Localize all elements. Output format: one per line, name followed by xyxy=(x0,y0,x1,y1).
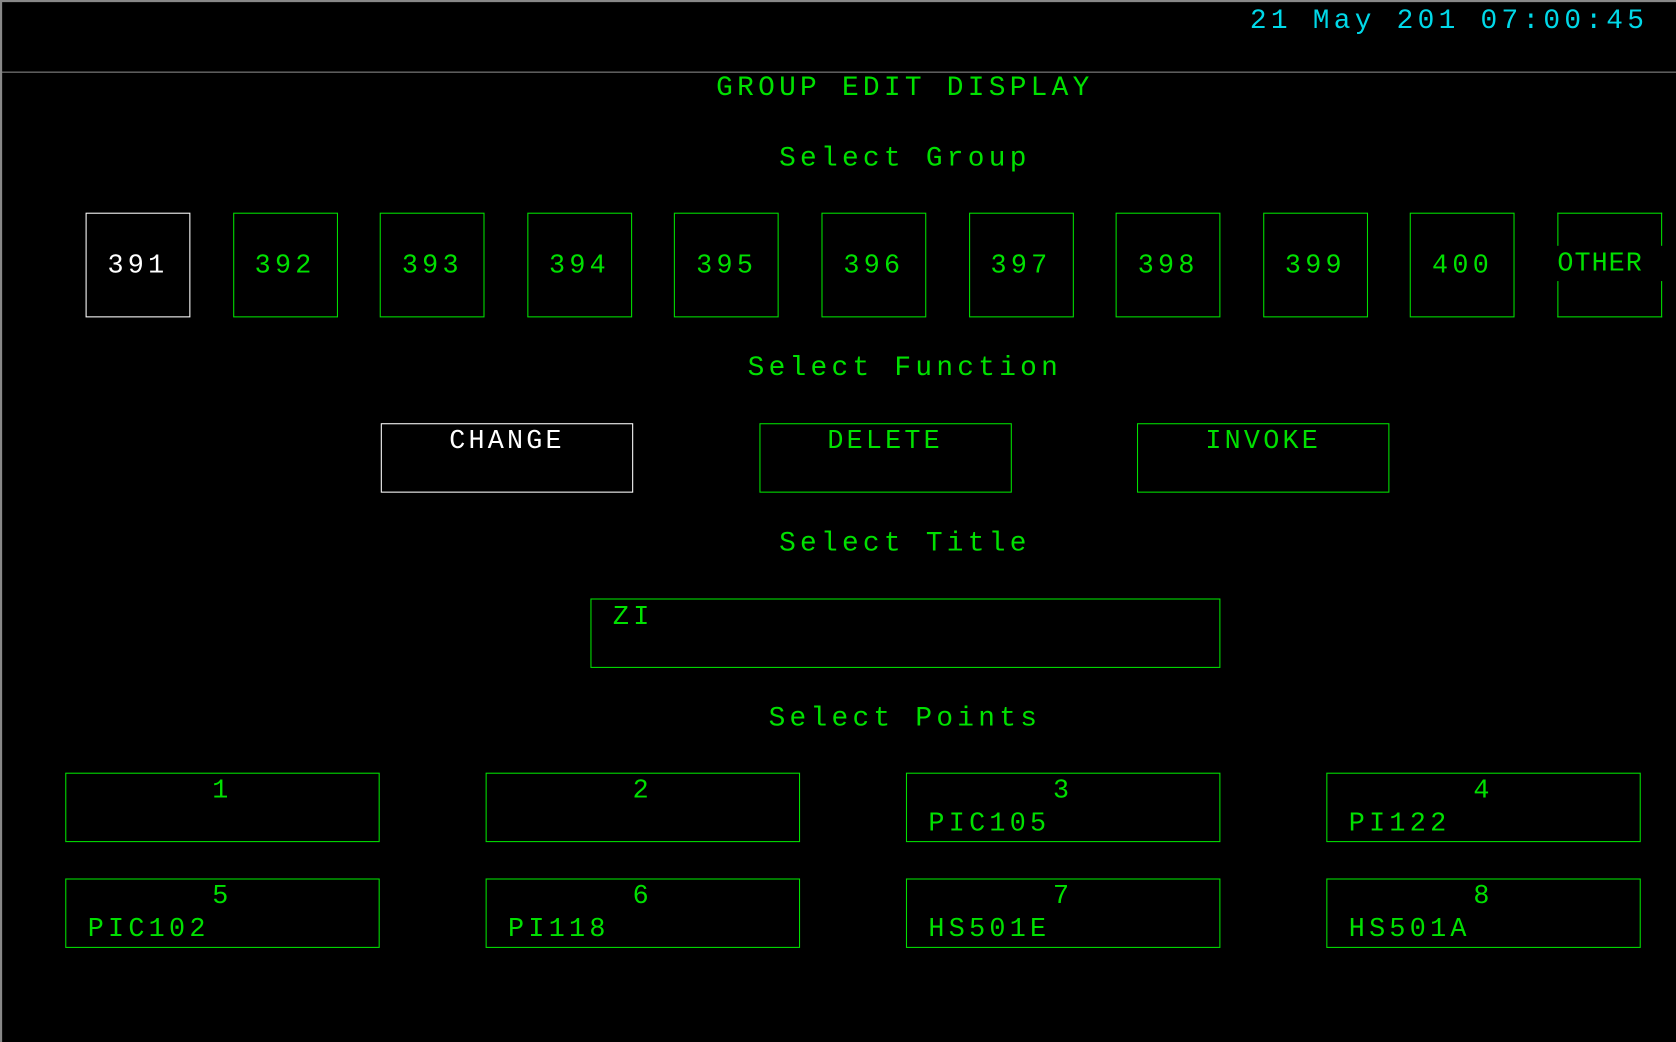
point-tag: PIC105 xyxy=(928,807,1051,839)
point-number: 1 xyxy=(212,774,233,806)
group-label: 397 xyxy=(990,249,1052,281)
group-button-400[interactable]: 400 xyxy=(1410,212,1515,318)
point-number: 3 xyxy=(1053,774,1074,806)
point-slot-4[interactable]: 4 PI122 xyxy=(1326,772,1641,843)
group-edit-display: 21 May 201 07:00:45 GROUP EDIT DISPLAY S… xyxy=(0,0,1676,1042)
point-number: 8 xyxy=(1473,880,1494,912)
select-function-label: Select Function xyxy=(747,351,1063,384)
time: 07:00:45 xyxy=(1480,4,1649,37)
group-label: 398 xyxy=(1137,249,1199,281)
group-label: 391 xyxy=(107,249,169,281)
page-title: GROUP EDIT DISPLAY xyxy=(716,71,1094,104)
point-slot-7[interactable]: 7 HS501E xyxy=(905,878,1221,948)
point-tag: PI122 xyxy=(1348,807,1451,839)
point-number: 4 xyxy=(1473,774,1494,806)
group-button-394[interactable]: 394 xyxy=(527,212,632,318)
point-slot-3[interactable]: 3 PIC105 xyxy=(905,772,1221,843)
group-button-391[interactable]: 391 xyxy=(85,212,191,318)
point-number: 6 xyxy=(632,880,653,912)
group-label: 400 xyxy=(1432,249,1494,281)
select-points-label: Select Points xyxy=(768,702,1042,735)
point-slot-6[interactable]: 6 PI118 xyxy=(485,878,801,948)
group-button-396[interactable]: 396 xyxy=(821,212,927,318)
group-label: 394 xyxy=(549,249,610,281)
group-button-other[interactable]: OTHER xyxy=(1557,212,1663,318)
group-label: 399 xyxy=(1284,249,1346,281)
point-number: 5 xyxy=(212,880,233,912)
group-label: 393 xyxy=(401,249,463,281)
function-button-delete[interactable]: DELETE xyxy=(758,423,1012,493)
title-value: ZI xyxy=(612,601,654,633)
function-button-invoke[interactable]: INVOKE xyxy=(1136,423,1390,493)
function-button-change[interactable]: CHANGE xyxy=(380,423,634,493)
group-button-397[interactable]: 397 xyxy=(968,212,1074,318)
point-tag: HS501A xyxy=(1348,913,1471,945)
point-number: 7 xyxy=(1053,880,1074,912)
point-tag: HS501E xyxy=(928,913,1051,945)
group-button-392[interactable]: 392 xyxy=(232,212,338,318)
group-button-393[interactable]: 393 xyxy=(379,212,485,318)
date: 21 May 201 xyxy=(1249,4,1460,37)
clock: 21 May 201 07:00:45 xyxy=(1250,4,1648,36)
group-label: 392 xyxy=(254,249,316,281)
group-button-399[interactable]: 399 xyxy=(1262,212,1368,318)
point-slot-1[interactable]: 1 xyxy=(65,772,380,843)
select-group-label: Select Group xyxy=(779,142,1031,175)
group-label: 395 xyxy=(696,249,758,281)
select-title-label: Select Title xyxy=(779,526,1031,559)
point-tag: PIC102 xyxy=(87,913,210,945)
group-label: 396 xyxy=(843,249,905,281)
group-button-398[interactable]: 398 xyxy=(1115,212,1221,318)
group-label: OTHER xyxy=(1557,247,1643,279)
point-number: 2 xyxy=(632,774,653,806)
frame-border-top xyxy=(0,0,1676,3)
group-button-395[interactable]: 395 xyxy=(674,212,780,318)
title-input[interactable]: ZI xyxy=(590,598,1221,668)
point-slot-2[interactable]: 2 xyxy=(485,772,801,843)
point-tag: PI118 xyxy=(508,913,610,945)
point-slot-5[interactable]: 5 PIC102 xyxy=(65,878,380,948)
point-slot-8[interactable]: 8 HS501A xyxy=(1326,878,1641,948)
